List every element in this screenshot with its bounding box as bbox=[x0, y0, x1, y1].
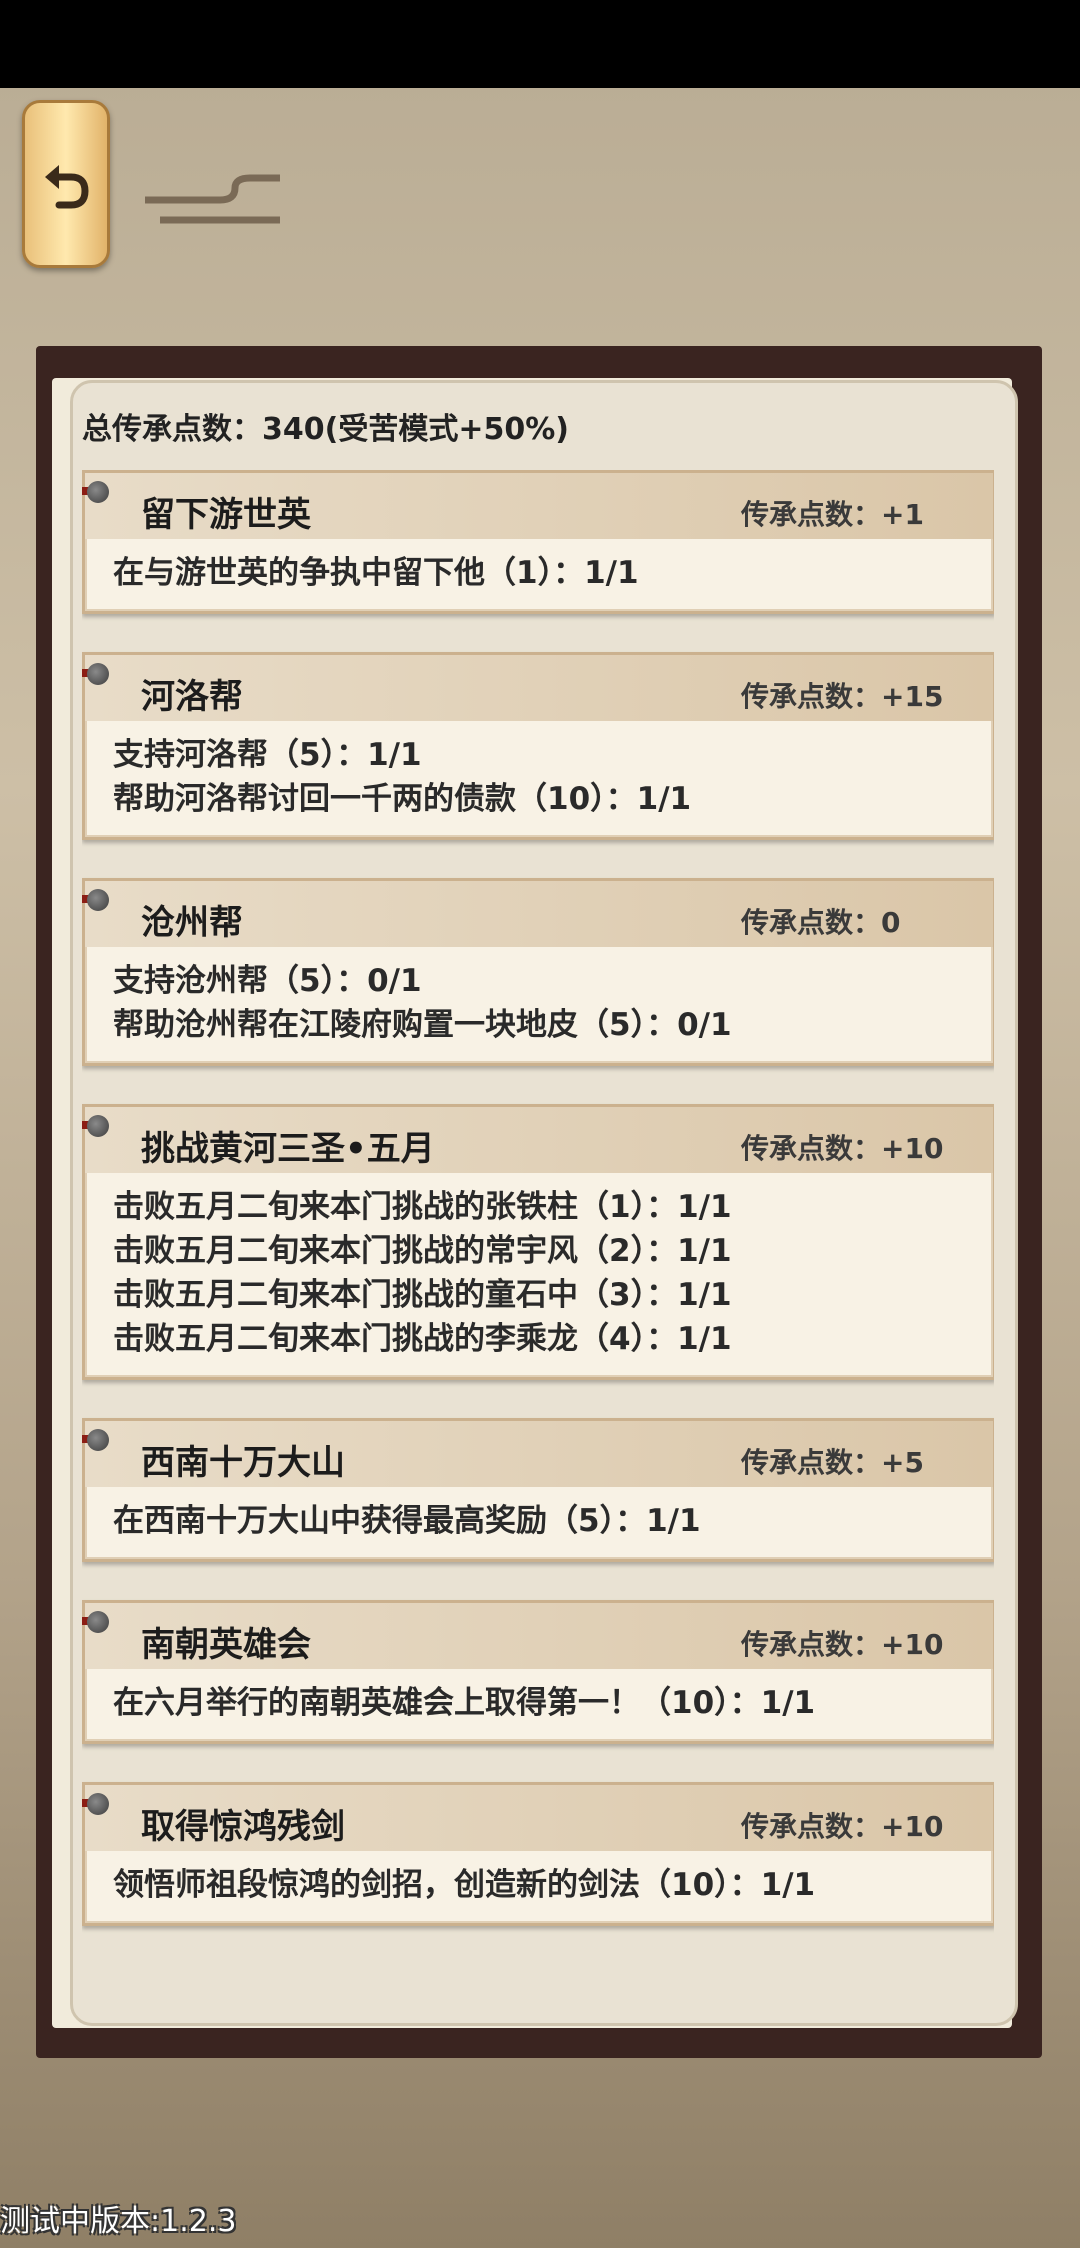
achievement-condition: 击败五月二旬来本门挑战的常宇风（2）：1/1 bbox=[113, 1233, 732, 1269]
achievement-card: 挑战黄河三圣•五月 传承点数：+10 击败五月二旬来本门挑战的张铁柱（1）：1/1 击… bbox=[82, 1104, 994, 1380]
achievement-points: 传承点数：+10 bbox=[741, 1810, 944, 1843]
achievement-condition: 支持河洛帮（5）：1/1 bbox=[113, 737, 422, 773]
achievement-condition: 在西南十万大山中获得最高奖励（5）：1/1 bbox=[113, 1503, 701, 1539]
achievement-condition: 帮助沧州帮在江陵府购置一块地皮（5）：0/1 bbox=[113, 1007, 732, 1043]
achievement-card: 西南十万大山 传承点数：+5 在西南十万大山中获得最高奖励（5）：1/1 bbox=[82, 1418, 994, 1562]
pin-head-icon bbox=[87, 889, 109, 911]
achievement-card: 留下游世英 传承点数：+1 在与游世英的争执中留下他（1）：1/1 bbox=[82, 470, 994, 614]
achievement-condition: 在六月举行的南朝英雄会上取得第一！（10）：1/1 bbox=[113, 1685, 816, 1721]
achievement-card-header: 河洛帮 传承点数：+15 bbox=[82, 655, 993, 721]
achievement-points: 传承点数：+15 bbox=[741, 680, 944, 713]
achievement-points: 传承点数：+10 bbox=[741, 1628, 944, 1661]
achievement-card: 河洛帮 传承点数：+15 支持河洛帮（5）：1/1 帮助河洛帮讨回一千两的债款（10）… bbox=[82, 652, 994, 840]
achievement-points: 传承点数：+5 bbox=[741, 1446, 924, 1479]
achievement-title: 南朝英雄会 bbox=[141, 1625, 311, 1665]
cloud-ornament-icon bbox=[145, 174, 280, 224]
status-bar bbox=[0, 0, 1080, 88]
achievement-title: 西南十万大山 bbox=[141, 1443, 345, 1483]
achievement-title: 挑战黄河三圣•五月 bbox=[141, 1129, 435, 1169]
undo-arrow-icon bbox=[45, 165, 89, 209]
achievement-card-header: 南朝英雄会 传承点数：+10 bbox=[82, 1603, 993, 1669]
version-label: 测试中版本:1.2.3 bbox=[0, 2204, 237, 2239]
pin-head-icon bbox=[87, 481, 109, 503]
achievement-condition: 领悟师祖段惊鸿的剑招，创造新的剑法（10）：1/1 bbox=[113, 1867, 816, 1903]
achievement-points: 传承点数：0 bbox=[741, 906, 901, 939]
pin-head-icon bbox=[87, 663, 109, 685]
achievement-condition: 在与游世英的争执中留下他（1）：1/1 bbox=[113, 555, 639, 591]
achievement-card-header: 挑战黄河三圣•五月 传承点数：+10 bbox=[82, 1107, 993, 1173]
achievement-condition: 击败五月二旬来本门挑战的张铁柱（1）：1/1 bbox=[113, 1189, 732, 1225]
pin-head-icon bbox=[87, 1793, 109, 1815]
achievement-card-header: 沧州帮 传承点数：0 bbox=[82, 881, 993, 947]
achievement-card: 取得惊鸿残剑 传承点数：+10 领悟师祖段惊鸿的剑招，创造新的剑法（10）：1/1 bbox=[82, 1782, 994, 1926]
achievement-title: 留下游世英 bbox=[141, 495, 311, 535]
pin-head-icon bbox=[87, 1611, 109, 1633]
back-button[interactable] bbox=[22, 100, 110, 268]
achievement-card-header: 留下游世英 传承点数：+1 bbox=[82, 473, 993, 539]
achievement-card-header: 西南十万大山 传承点数：+5 bbox=[82, 1421, 993, 1487]
achievement-title: 取得惊鸿残剑 bbox=[141, 1807, 345, 1847]
achievement-condition: 击败五月二旬来本门挑战的童石中（3）：1/1 bbox=[113, 1277, 732, 1313]
achievement-condition: 支持沧州帮（5）：0/1 bbox=[113, 963, 422, 999]
achievement-title: 河洛帮 bbox=[141, 677, 243, 717]
achievement-card: 沧州帮 传承点数：0 支持沧州帮（5）：0/1 帮助沧州帮在江陵府购置一块地皮（5）：… bbox=[82, 878, 994, 1066]
achievement-condition: 帮助河洛帮讨回一千两的债款（10）：1/1 bbox=[113, 781, 692, 817]
achievement-title: 沧州帮 bbox=[141, 903, 243, 943]
achievement-card-header: 取得惊鸿残剑 传承点数：+10 bbox=[82, 1785, 993, 1851]
achievement-points: 传承点数：+1 bbox=[741, 498, 924, 531]
achievement-condition: 击败五月二旬来本门挑战的李乘龙（4）：1/1 bbox=[113, 1321, 732, 1357]
achievement-card: 南朝英雄会 传承点数：+10 在六月举行的南朝英雄会上取得第一！（10）：1/1 bbox=[82, 1600, 994, 1744]
pin-head-icon bbox=[87, 1115, 109, 1137]
total-legacy-points: 总传承点数：340(受苦模式+50%) bbox=[82, 412, 569, 447]
pin-head-icon bbox=[87, 1429, 109, 1451]
achievement-list[interactable]: 留下游世英 传承点数：+1 在与游世英的争执中留下他（1）：1/1 河洛帮 传承点数：+… bbox=[82, 470, 994, 2005]
achievement-points: 传承点数：+10 bbox=[741, 1132, 944, 1165]
